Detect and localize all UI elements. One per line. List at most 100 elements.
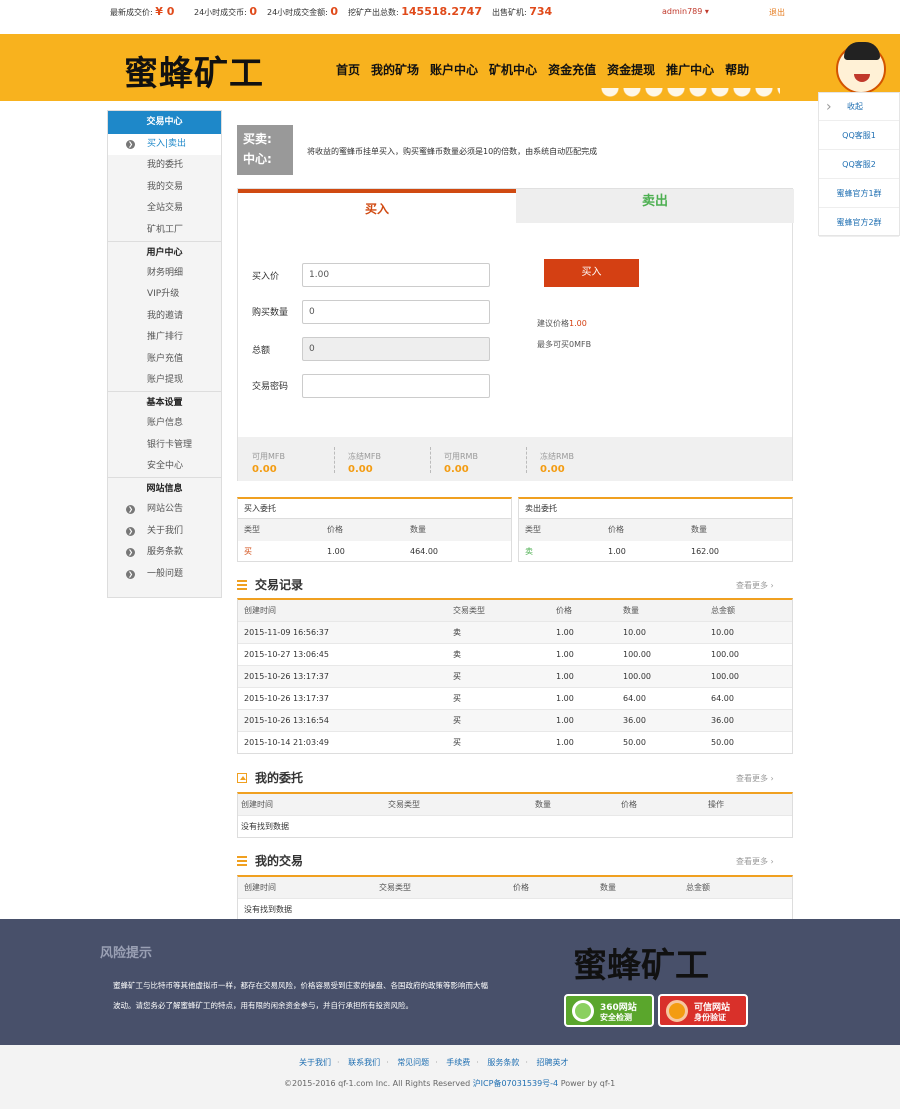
official-group-1[interactable]: 蜜蜂官方1群 [819, 179, 899, 208]
quantity-input[interactable]: 0 [302, 300, 490, 324]
total-field: 0 [302, 337, 490, 361]
table-row[interactable]: 2015-11-09 16:56:37 卖 1.00 10.00 10.00 [238, 621, 792, 643]
my-trades-more-link[interactable]: 查看更多 › [736, 856, 774, 867]
chevron-right-icon: › [826, 99, 832, 115]
qq-service-2[interactable]: QQ客服2 [819, 150, 899, 179]
table-header: 创建时间 交易类型 价格 数量 总金额 [238, 600, 792, 621]
my-orders-more-link[interactable]: 查看更多 › [736, 773, 774, 784]
list-icon [237, 580, 247, 590]
sidebar-item-about[interactable]: ❯ 关于我们 [108, 521, 221, 542]
divider [430, 447, 431, 473]
sidebar-item-recharge[interactable]: 账户充值 [108, 349, 221, 370]
sidebar-item-announcement[interactable]: ❯ 网站公告 [108, 499, 221, 520]
footer-link-faq[interactable]: 常见问题 [397, 1058, 429, 1067]
footer-logo: 蜜蜂矿工 [573, 946, 709, 986]
nav-home[interactable]: 首页 [336, 61, 360, 78]
collapse-button[interactable]: › 收起 [819, 93, 899, 121]
risk-text-line2: 波动。请您务必了解蜜蜂矿工的特点，用有限的闲余资金参与，并自行承担所有投资风险。 [113, 1001, 413, 1010]
nav-my-mine[interactable]: 我的矿场 [371, 61, 419, 78]
records-section-title: 交易记录 [237, 576, 303, 593]
trusted-site-badge[interactable]: 可信网站 身份验证 [658, 994, 748, 1027]
chevron-down-icon: ▾ [704, 7, 709, 16]
stat-last-price: 最新成交价: ¥ 0 [110, 5, 175, 18]
qq-service-1[interactable]: QQ客服1 [819, 121, 899, 150]
sidebar-item-faq[interactable]: ❯ 一般问题 [108, 564, 221, 585]
footer-link-terms[interactable]: 服务条款 [487, 1058, 519, 1067]
price-input[interactable]: 1.00 [302, 263, 490, 287]
sidebar-group-user: 用户中心 [108, 240, 221, 263]
tab-buy[interactable]: 买入 [238, 189, 516, 223]
nav-account[interactable]: 账户中心 [430, 61, 478, 78]
footer-link-about[interactable]: 关于我们 [299, 1058, 331, 1067]
records-more-link[interactable]: 查看更多 › [736, 580, 774, 591]
official-group-2[interactable]: 蜜蜂官方2群 [819, 208, 899, 237]
sell-orders-header: 类型 价格 数量 [519, 519, 792, 541]
sidebar-item-my-orders[interactable]: 我的委托 [108, 155, 221, 176]
sidebar-group-basic: 基本设置 [108, 391, 221, 413]
trade-password-input[interactable] [302, 374, 490, 398]
nav-help[interactable]: 帮助 [725, 61, 749, 78]
sidebar-item-my-trades[interactable]: 我的交易 [108, 177, 221, 198]
user-menu[interactable]: admin789 ▾ [662, 7, 709, 16]
table-row[interactable]: 2015-10-26 13:17:37 买 1.00 100.00 100.00 [238, 665, 792, 687]
buy-orders-title: 买入委托 [238, 499, 511, 519]
records-table: 创建时间 交易类型 价格 数量 总金额 2015-11-09 16:56:37 卖… [237, 598, 793, 754]
trade-panel: 买入 卖出 买入价 1.00 购买数量 0 总额 0 交易密码 买入 建议价格1… [237, 188, 794, 481]
logout-link[interactable]: 退出 [769, 7, 785, 18]
footer-link-fees[interactable]: 手续费 [446, 1058, 470, 1067]
my-orders-section-title: 我的委托 [237, 769, 303, 786]
sell-order-row[interactable]: 卖 1.00 162.00 [519, 541, 792, 563]
sidebar-item-account-info[interactable]: 账户信息 [108, 413, 221, 434]
tab-sell[interactable]: 卖出 [516, 189, 794, 223]
buy-orders-box: 买入委托 类型 价格 数量 买 1.00 464.00 [237, 497, 512, 562]
table-row[interactable]: 2015-10-14 21:03:49 买 1.00 50.00 50.00 [238, 731, 792, 753]
main-nav: 首页 我的矿场 账户中心 矿机中心 资金充值 资金提现 推广中心 帮助 [336, 61, 760, 78]
balance-frozen-rmb: 冻结RMB 0.00 [540, 452, 574, 475]
shield-icon [666, 1000, 688, 1022]
copyright: ©2015-2016 qf-1.com Inc. All Rights Rese… [284, 1079, 616, 1088]
icp-link[interactable]: 沪ICP备07031539号-4 [473, 1079, 558, 1088]
trade-description: 将收益的蜜蜂币挂单买入，购买蜜蜂币数量必须是10的倍数，由系统自动匹配完成 [307, 147, 598, 156]
footer-links: 关于我们 · 联系我们 · 常见问题 · 手续费 · 服务条款 · 招聘英才 [299, 1058, 569, 1067]
table-row[interactable]: 2015-10-26 13:17:37 买 1.00 64.00 64.00 [238, 687, 792, 709]
balance-frozen-mfb: 冻结MFB 0.00 [348, 452, 381, 475]
sidebar-item-vip[interactable]: VIP升级 [108, 284, 221, 305]
table-row[interactable]: 2015-10-26 13:16:54 买 1.00 36.00 36.00 [238, 709, 792, 731]
footer-link-jobs[interactable]: 招聘英才 [536, 1058, 568, 1067]
buy-button[interactable]: 买入 [544, 259, 639, 287]
table-row[interactable]: 2015-10-27 13:06:45 卖 1.00 100.00 100.00 [238, 643, 792, 665]
buy-order-row[interactable]: 买 1.00 464.00 [238, 541, 511, 563]
sidebar-item-buy-sell[interactable]: ❯ 买入|卖出 [108, 134, 221, 156]
sidebar-item-finance[interactable]: 财务明细 [108, 263, 221, 284]
sidebar-item-withdraw[interactable]: 账户提现 [108, 370, 221, 391]
service-float-panel: › 收起 QQ客服1 QQ客服2 蜜蜂官方1群 蜜蜂官方2群 [818, 92, 900, 237]
sell-orders-title: 卖出委托 [519, 499, 792, 519]
divider [526, 447, 527, 473]
my-orders-table: 创建时间 交易类型 数量 价格 操作 没有找到数据 [237, 792, 793, 838]
circle-icon: ❯ [126, 548, 135, 558]
price-label: 买入价 [252, 272, 280, 282]
security-badge-360[interactable]: 360网站 安全检测 [564, 994, 654, 1027]
max-buy-text: 最多可买0MFB [537, 340, 592, 349]
nav-miners[interactable]: 矿机中心 [489, 61, 537, 78]
sidebar-item-security[interactable]: 安全中心 [108, 456, 221, 477]
nav-promotion[interactable]: 推广中心 [666, 61, 714, 78]
mascot-icon [836, 42, 886, 94]
sidebar-item-invites[interactable]: 我的邀请 [108, 306, 221, 327]
sidebar-item-miner-factory[interactable]: 矿机工厂 [108, 220, 221, 241]
footer-link-contact[interactable]: 联系我们 [348, 1058, 380, 1067]
trade-center-label: 买卖: 中心: [237, 125, 293, 175]
buy-orders-header: 类型 价格 数量 [238, 519, 511, 541]
top-stats-bar: 最新成交价: ¥ 0 24小时成交币: 0 24小时成交金额: 0 挖矿产出总数… [0, 0, 900, 33]
sell-orders-box: 卖出委托 类型 价格 数量 卖 1.00 162.00 [518, 497, 793, 562]
sidebar-item-all-trades[interactable]: 全站交易 [108, 198, 221, 219]
nav-withdraw[interactable]: 资金提现 [607, 61, 655, 78]
sidebar-item-terms[interactable]: ❯ 服务条款 [108, 542, 221, 563]
sidebar-item-ranking[interactable]: 推广排行 [108, 327, 221, 348]
site-logo[interactable]: 蜜蜂矿工 [124, 46, 264, 95]
nav-recharge[interactable]: 资金充值 [548, 61, 596, 78]
sidebar-group-site: 网站信息 [108, 477, 221, 499]
sidebar-item-bank-cards[interactable]: 银行卡管理 [108, 435, 221, 456]
advice-price: 建议价格1.00 [537, 319, 587, 328]
cloud-decoration [600, 88, 780, 102]
